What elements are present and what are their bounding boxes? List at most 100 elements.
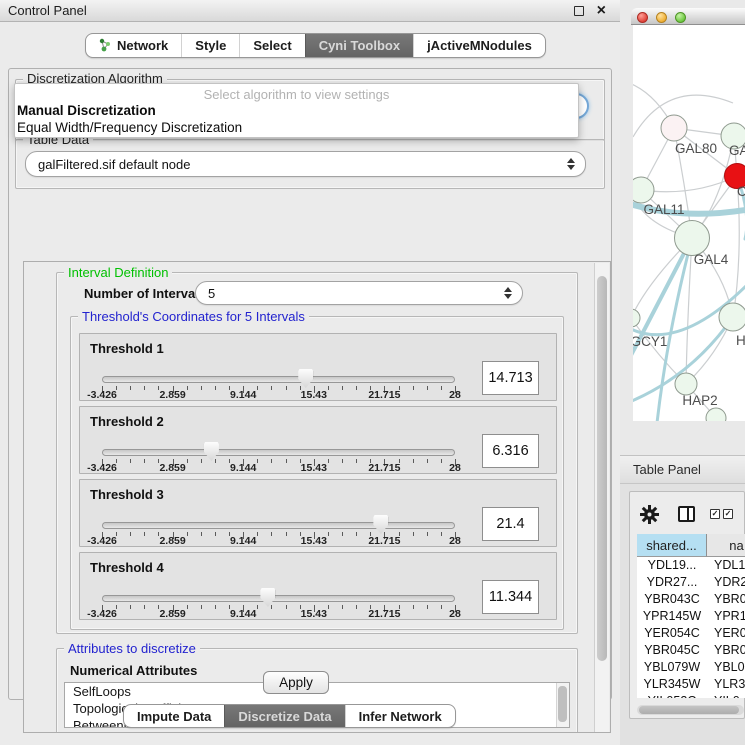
slider-tick [342,459,343,463]
slider-tick [356,605,357,609]
table-row[interactable]: YBR043CYBR0 [637,591,745,608]
tab-jactivemnodules[interactable]: jActiveMNodules [413,34,545,57]
cell-name[interactable]: YLR3 [707,676,745,693]
slider-tick [427,532,428,536]
table-row[interactable]: YDR27...YDR2 [637,574,745,591]
cell-name[interactable]: YPR1 [707,608,745,625]
slider-tick-label: 2.859 [159,608,185,620]
network-canvas[interactable]: GAL80GACGAL11GAL4GCY1HHAP2 [633,25,745,421]
network-node-gcy1[interactable] [633,309,640,327]
tab-network[interactable]: Network [86,34,181,57]
cell-shared-name[interactable]: YBR043C [637,591,707,608]
network-window-titlebar[interactable] [631,8,745,25]
tab-impute-data[interactable]: Impute Data [124,705,224,727]
minimize-traffic-light-icon[interactable] [656,12,667,23]
cell-shared-name[interactable]: YBL079W [637,659,707,676]
slider-tick-label: 28 [449,608,461,620]
cell-shared-name[interactable]: YLR345W [637,676,707,693]
slider-tick [201,532,202,536]
tab-label: jActiveMNodules [427,38,532,53]
slider-tick-label: 9.144 [230,608,256,620]
slider-thumb[interactable] [204,442,219,461]
threshold-value-field[interactable]: 21.4 [482,507,539,541]
settings-scrollbar[interactable] [594,263,609,733]
attributes-scrollbar[interactable] [556,683,569,727]
cell-name[interactable]: YER0 [707,625,745,642]
slider-track[interactable] [102,376,455,383]
table-panel-titlebar: Table Panel [620,455,745,484]
table-row[interactable]: YIL052CYIL0 [637,693,745,698]
threshold-value-field[interactable]: 6.316 [482,434,539,468]
gear-icon[interactable] [640,505,659,529]
cell-name[interactable]: YDR2 [707,574,745,591]
settings-scrollpanel: Interval Definition Number of Intervals … [23,261,611,733]
slider-tick [271,386,272,390]
slider-tick [413,459,414,463]
table-horizontal-scrollbar[interactable] [637,705,744,715]
tab-label: Network [117,38,168,53]
threshold-value-field[interactable]: 14.713 [482,361,539,395]
network-icon [99,38,112,53]
cell-shared-name[interactable]: YBR045C [637,642,707,659]
slider-tick [342,386,343,390]
table-data-combobox[interactable]: galFiltered.sif default node [25,151,586,177]
slider-thumb[interactable] [260,588,275,607]
node-label: GAL11 [643,202,684,217]
cell-name[interactable]: YBR0 [707,642,745,659]
cell-shared-name[interactable]: YER054C [637,625,707,642]
network-node-gal11[interactable] [633,177,654,203]
slider-tick [144,386,145,390]
threshold-value-field[interactable]: 11.344 [482,580,539,614]
close-traffic-light-icon[interactable] [637,12,648,23]
slider-track[interactable] [102,449,455,456]
split-columns-icon[interactable] [678,506,695,522]
zoom-traffic-light-icon[interactable] [675,12,686,23]
cell-shared-name[interactable]: YDR27... [637,574,707,591]
slider-track[interactable] [102,595,455,602]
dropdown-option-manual[interactable]: Manual Discretization [15,102,578,119]
slider-tick [441,386,442,390]
combo-stepper-icon [504,287,512,299]
scrollbar-thumb[interactable] [597,276,607,661]
apply-button[interactable]: Apply [263,671,329,694]
network-node-gal80[interactable] [661,115,687,141]
tab-style[interactable]: Style [181,34,239,57]
slider-tick-label: 2.859 [159,462,185,474]
dropdown-option-equal-width[interactable]: Equal Width/Frequency Discretization [15,119,578,136]
cell-shared-name[interactable]: YDL19... [637,557,707,574]
tab-discretize-data[interactable]: Discretize Data [224,705,344,727]
table-row[interactable]: YLR345WYLR3 [637,676,745,693]
float-window-icon[interactable] [574,6,584,16]
network-node-hap2[interactable] [675,373,697,395]
cell-name[interactable]: YIL0 [707,693,740,698]
tab-label: Select [253,38,291,53]
table-row[interactable]: YBR045CYBR0 [637,642,745,659]
checkbox-icon[interactable]: ✓ [723,509,733,519]
cell-shared-name[interactable]: YIL052C [637,693,707,698]
network-node-h[interactable] [719,303,745,331]
close-icon[interactable]: × [597,1,606,21]
table-row[interactable]: YBL079WYBL0 [637,659,745,676]
table-row[interactable]: YPR145WYPR1 [637,608,745,625]
tab-cyni-toolbox[interactable]: Cyni Toolbox [305,34,413,57]
slider-tick [201,459,202,463]
tab-infer-network[interactable]: Infer Network [345,705,455,727]
tab-label: Infer Network [359,709,442,724]
cell-name[interactable]: YDL1 [707,557,745,574]
checkbox-icon[interactable]: ✓ [710,509,720,519]
slider-tick [328,459,329,463]
num-intervals-combobox[interactable]: 5 [195,281,523,305]
cell-name[interactable]: YBL0 [707,659,745,676]
tab-select[interactable]: Select [239,34,304,57]
network-node-gal4[interactable] [675,221,710,256]
slider-tick [215,605,216,609]
slider-thumb[interactable] [373,515,388,534]
scrollbar-thumb[interactable] [639,706,739,714]
cell-name[interactable]: YBR0 [707,591,745,608]
column-header-name[interactable]: na [707,534,745,557]
table-row[interactable]: YER054CYER0 [637,625,745,642]
table-row[interactable]: YDL19...YDL1 [637,557,745,574]
slider-track[interactable] [102,522,455,529]
cell-shared-name[interactable]: YPR145W [637,608,707,625]
column-header-shared-name[interactable]: shared... [637,534,707,557]
